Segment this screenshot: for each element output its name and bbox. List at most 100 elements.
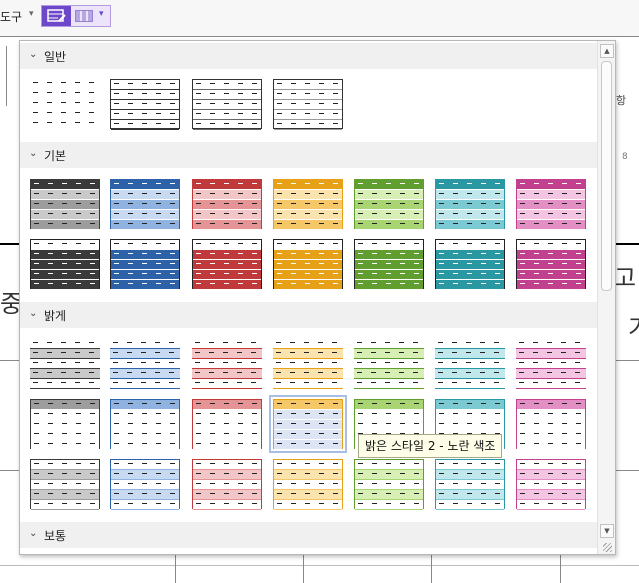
thumbnail-dashes — [277, 123, 339, 124]
thumbnail-row — [517, 180, 585, 190]
thumbnail-row — [436, 500, 504, 510]
chevron-down-icon[interactable]: ▾ — [99, 9, 104, 19]
table-border — [175, 555, 176, 583]
thumbnail-row — [111, 270, 179, 280]
thumbnail-row — [31, 200, 99, 210]
thumbnail-row — [193, 110, 261, 120]
thumbnail-row — [355, 220, 423, 230]
table-style-thumbnail[interactable] — [516, 459, 586, 510]
scrollbar-thumb[interactable] — [601, 61, 612, 291]
table-style-thumbnail[interactable] — [435, 179, 505, 230]
thumbnail-dashes — [277, 213, 339, 214]
table-style-button[interactable]: ▾ — [41, 5, 111, 27]
thumbnail-dashes — [196, 423, 258, 424]
table-style-thumbnail[interactable] — [354, 459, 424, 510]
thumbnail-row — [193, 250, 261, 260]
thumbnail-dashes — [114, 273, 176, 274]
thumbnail-row — [274, 490, 342, 500]
chevron-down-icon[interactable]: ⌄ — [29, 308, 37, 319]
table-style-thumbnail[interactable] — [30, 79, 100, 129]
thumbnail-row — [31, 280, 99, 290]
thumbnail-row — [30, 349, 100, 359]
thumbnail-row — [517, 420, 585, 430]
chevron-down-icon[interactable]: ▾ — [29, 9, 34, 19]
table-style-thumbnail[interactable] — [273, 339, 343, 389]
table-style-thumbnail[interactable] — [30, 179, 100, 230]
table-style-thumbnail[interactable] — [354, 339, 424, 389]
chevron-down-icon[interactable]: ⌄ — [29, 148, 37, 159]
section-header-basic[interactable]: ⌄ 기본 — [20, 142, 597, 168]
thumbnail-row — [111, 260, 179, 270]
table-style-thumbnail[interactable] — [516, 239, 586, 290]
table-style-thumbnail[interactable] — [516, 399, 586, 450]
table-style-thumbnail[interactable] — [110, 179, 180, 230]
table-style-thumbnail[interactable] — [110, 239, 180, 290]
table-style-thumbnail[interactable] — [516, 179, 586, 230]
table-style-thumbnail[interactable] — [435, 239, 505, 290]
table-style-thumbnail[interactable] — [192, 339, 262, 389]
thumbnail-row — [355, 250, 423, 260]
table-style-thumbnail[interactable] — [30, 339, 100, 389]
table-style-thumbnail[interactable] — [516, 339, 586, 389]
table-style-thumbnail[interactable] — [110, 79, 180, 130]
table-style-icon[interactable] — [42, 6, 71, 26]
table-style-thumbnail[interactable] — [192, 239, 262, 290]
table-style-thumbnail[interactable] — [192, 399, 262, 450]
resize-grip-icon[interactable] — [603, 543, 612, 552]
thumbnail-row — [31, 490, 99, 500]
table-grid-icon[interactable] — [75, 10, 93, 22]
table-style-thumbnail[interactable] — [273, 79, 343, 130]
thumbnail-row — [517, 400, 585, 410]
thumbnail-row — [31, 420, 99, 430]
table-style-thumbnail[interactable] — [269, 395, 347, 453]
thumbnail-row — [111, 210, 179, 220]
thumbnail-dashes — [358, 473, 420, 474]
thumbnail-dashes — [34, 433, 96, 434]
thumbnail-row — [354, 369, 424, 379]
table-style-thumbnail[interactable] — [30, 239, 100, 290]
table-style-thumbnail[interactable] — [192, 79, 262, 130]
thumbnail-row — [192, 359, 262, 369]
thumbnail-dashes — [195, 372, 259, 373]
table-style-thumbnail[interactable] — [30, 459, 100, 510]
table-border — [560, 555, 561, 583]
table-style-thumbnail[interactable] — [354, 239, 424, 290]
section-header-light[interactable]: ⌄ 밝게 — [20, 302, 597, 328]
table-style-thumbnail[interactable] — [435, 459, 505, 510]
thumbnail-row — [31, 260, 99, 270]
thumbnail-dashes — [33, 122, 97, 123]
chevron-down-icon[interactable]: ⌄ — [29, 528, 37, 539]
thumbnail-dashes — [357, 362, 421, 363]
table-style-gallery: ⌄ 일반 ⌄ 기본 ⌄ 밝게 ⌄ 보통 ▲ ▼ — [19, 40, 616, 555]
scroll-up-icon[interactable]: ▲ — [600, 44, 614, 58]
vertical-scrollbar[interactable]: ▲ ▼ — [597, 41, 615, 554]
thumbnail-row — [355, 200, 423, 210]
table-style-thumbnail[interactable] — [273, 459, 343, 510]
thumbnail-row — [355, 400, 423, 410]
table-style-thumbnail[interactable] — [192, 179, 262, 230]
thumbnail-row — [31, 220, 99, 230]
thumbnail-dashes — [439, 463, 501, 464]
table-style-thumbnail[interactable] — [192, 459, 262, 510]
section-header-medium[interactable]: ⌄ 보통 — [20, 522, 597, 548]
table-style-thumbnail[interactable] — [273, 179, 343, 230]
thumbnail-dashes — [196, 253, 258, 254]
thumbnail-row — [436, 490, 504, 500]
scroll-down-icon[interactable]: ▼ — [600, 524, 614, 538]
thumbnail-dashes — [520, 263, 582, 264]
thumbnail-dashes — [276, 372, 340, 373]
table-style-thumbnail[interactable] — [354, 179, 424, 230]
thumbnail-row — [436, 460, 504, 470]
table-style-thumbnail[interactable] — [435, 339, 505, 389]
table-style-thumbnail[interactable] — [273, 239, 343, 290]
section-header-general[interactable]: ⌄ 일반 — [20, 43, 597, 69]
table-style-thumbnail[interactable] — [110, 459, 180, 510]
chevron-down-icon[interactable]: ⌄ — [29, 49, 37, 60]
table-style-thumbnail[interactable] — [30, 399, 100, 450]
table-style-thumbnail[interactable] — [110, 339, 180, 389]
thumbnail-row — [436, 200, 504, 210]
thumbnail-dashes — [114, 183, 176, 184]
table-style-thumbnail[interactable] — [110, 399, 180, 450]
tools-menu-label[interactable]: 도구 — [0, 8, 22, 25]
thumbnail-dashes — [34, 273, 96, 274]
